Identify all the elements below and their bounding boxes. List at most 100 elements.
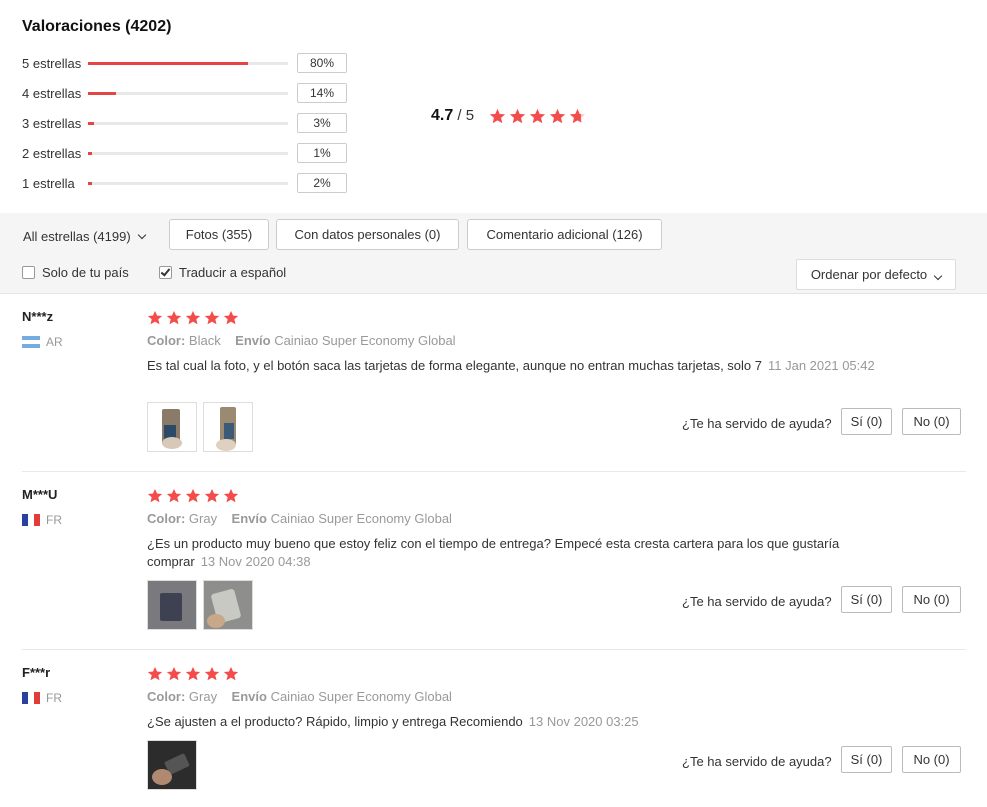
shipping-value: Cainiao Super Economy Global: [270, 689, 452, 704]
chevron-down-icon: [933, 271, 943, 281]
shipping-value: Cainiao Super Economy Global: [274, 333, 456, 348]
review-date: 11 Jan 2021 05:42: [767, 358, 875, 373]
star-icon: [223, 666, 239, 681]
only-country-checkbox[interactable]: [22, 266, 35, 279]
reviewer-name: N***z: [22, 309, 54, 324]
star-icon: [185, 310, 201, 325]
rating-row-label: 5 estrellas: [22, 55, 82, 71]
star-icon: [147, 666, 163, 681]
rating-row-label: 4 estrellas: [22, 85, 82, 101]
rating-row-label: 3 estrellas: [22, 115, 82, 131]
star-icon: [185, 666, 201, 681]
translate-label: Traducir a español: [179, 265, 287, 280]
average-out-of: / 5: [457, 107, 475, 124]
shipping-label: Envío: [231, 511, 267, 526]
rating-percent: 2%: [297, 173, 347, 193]
translate-checkbox[interactable]: [159, 266, 172, 279]
review-meta: Color: Gray Envío Cainiao Super Economy …: [147, 689, 452, 704]
france-flag-icon: [22, 514, 40, 526]
color-value: Gray: [188, 689, 218, 704]
review-photo[interactable]: [203, 402, 253, 452]
star-icon: [223, 310, 239, 325]
star-icon: [166, 488, 182, 503]
star-icon: [185, 488, 201, 503]
review-photo[interactable]: [203, 580, 253, 630]
star-icon: [549, 109, 566, 124]
rating-percent: 3%: [297, 113, 347, 133]
shipping-label: Envío: [235, 333, 271, 348]
review-photos: [147, 402, 259, 452]
rating-bar-fill: [88, 121, 94, 125]
rating-bar: [88, 151, 288, 155]
photo-thumbnail-icon: [204, 581, 252, 629]
personal-data-filter-button[interactable]: Con datos personales (0): [276, 219, 459, 250]
helpful-question: ¿Te ha servido de ayuda?: [682, 754, 832, 769]
star-icon: [569, 109, 586, 124]
all-stars-dropdown[interactable]: All estrellas (4199): [23, 229, 146, 244]
helpful-yes-button[interactable]: Sí (0): [841, 586, 892, 613]
rating-bar: [88, 91, 288, 95]
photo-thumbnail-icon: [216, 407, 236, 451]
rating-row-3[interactable]: 3 estrellas 3%: [22, 113, 347, 133]
ratings-title: Valoraciones (4202): [22, 18, 172, 35]
color-label: Color:: [147, 511, 186, 526]
rating-bar-fill: [88, 91, 116, 95]
rating-percent: 80%: [297, 53, 347, 73]
rating-bar-fill: [88, 181, 92, 185]
review-photos: [147, 580, 259, 630]
rating-bar-fill: [88, 151, 92, 155]
color-value: Gray: [188, 511, 218, 526]
star-icon: [147, 310, 163, 325]
rating-row-label: 1 estrella: [22, 175, 75, 191]
translate-option[interactable]: Traducir a español: [159, 265, 286, 280]
review-date: 13 Nov 2020 03:25: [528, 714, 639, 729]
only-country-option[interactable]: Solo de tu país: [22, 265, 129, 280]
rating-bar: [88, 121, 288, 125]
star-icon: [223, 488, 239, 503]
review-divider: [22, 471, 966, 472]
sort-label: Ordenar por defecto: [810, 267, 928, 282]
helpful-yes-button[interactable]: Sí (0): [841, 746, 892, 773]
reviewer-country: FR: [22, 513, 62, 527]
rating-bar-fill: [88, 61, 248, 65]
review-stars: [147, 488, 242, 503]
color-label: Color:: [147, 333, 186, 348]
average-value: 4.7: [431, 107, 454, 124]
review-photos: [147, 740, 203, 790]
rating-bar: [88, 61, 288, 65]
shipping-label: Envío: [231, 689, 267, 704]
star-icon: [509, 109, 526, 124]
rating-bar: [88, 181, 288, 185]
rating-percent: 1%: [297, 143, 347, 163]
sort-dropdown[interactable]: Ordenar por defecto: [796, 259, 956, 290]
reviewer-name: F***r: [22, 665, 51, 680]
rating-row-2[interactable]: 2 estrellas 1%: [22, 143, 347, 163]
country-code: AR: [46, 335, 63, 349]
country-code: FR: [46, 513, 62, 527]
review-photo[interactable]: [147, 740, 197, 790]
helpful-no-button[interactable]: No (0): [902, 408, 961, 435]
additional-comment-filter-button[interactable]: Comentario adicional (126): [467, 219, 662, 250]
review-date: 13 Nov 2020 04:38: [200, 554, 311, 569]
rating-row-1[interactable]: 1 estrella 2%: [22, 173, 347, 193]
rating-row-label: 2 estrellas: [22, 145, 82, 161]
photo-thumbnail-icon: [148, 741, 196, 789]
review-meta: Color: Gray Envío Cainiao Super Economy …: [147, 511, 452, 526]
rating-row-4[interactable]: 4 estrellas 14%: [22, 83, 347, 103]
reviewer-country: AR: [22, 335, 63, 349]
rating-row-5[interactable]: 5 estrellas 80%: [22, 53, 347, 73]
rating-percent: 14%: [297, 83, 347, 103]
photo-thumbnail-icon: [162, 409, 182, 449]
color-value: Black: [188, 333, 221, 348]
shipping-value: Cainiao Super Economy Global: [270, 511, 452, 526]
star-icon: [204, 488, 220, 503]
star-icon: [166, 666, 182, 681]
photos-filter-button[interactable]: Fotos (355): [169, 219, 269, 250]
review-photo[interactable]: [147, 580, 197, 630]
review-body: Es tal cual la foto, y el botón saca las…: [147, 358, 762, 373]
review-photo[interactable]: [147, 402, 197, 452]
helpful-no-button[interactable]: No (0): [902, 586, 961, 613]
helpful-no-button[interactable]: No (0): [902, 746, 961, 773]
photo-thumbnail-icon: [148, 581, 196, 629]
helpful-yes-button[interactable]: Sí (0): [841, 408, 892, 435]
